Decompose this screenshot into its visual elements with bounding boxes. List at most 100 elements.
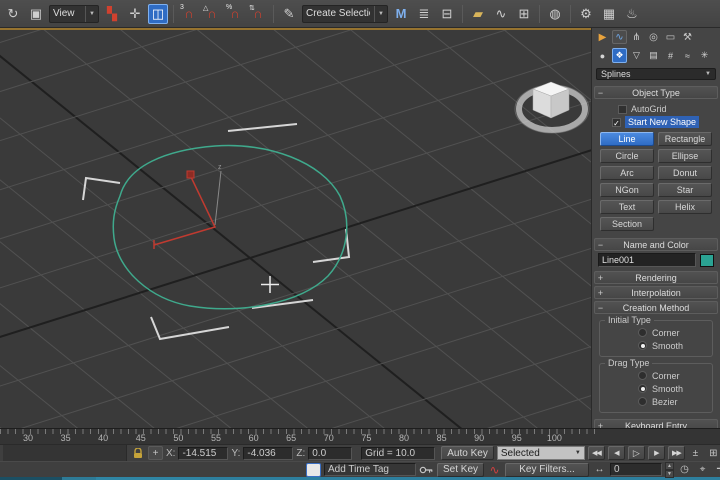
use-pivot-center-icon[interactable]: ▚ — [102, 4, 122, 24]
select-scale-icon[interactable]: ▣ — [26, 4, 46, 24]
geometry-category-icon[interactable]: ● — [595, 48, 610, 63]
lights-category-icon[interactable]: ▽ — [629, 48, 644, 63]
mirror-icon[interactable]: M — [391, 4, 411, 24]
donut-button[interactable]: Donut — [658, 166, 712, 180]
y-coordinate-field[interactable]: -4.036 — [243, 447, 293, 460]
text-button[interactable]: Text — [600, 200, 654, 214]
expand-icon: + — [595, 288, 606, 298]
zoom-region-icon[interactable]: ⌖ — [695, 463, 710, 477]
line-button[interactable]: Line — [600, 132, 654, 146]
play-button[interactable]: ▷ — [628, 446, 645, 460]
set-keys-key-icon[interactable] — [419, 463, 434, 477]
folder-icon[interactable]: ▰ — [468, 4, 488, 24]
initial-corner-radio[interactable] — [638, 328, 647, 337]
snap-3d-icon[interactable]: ∩ 3 — [179, 4, 199, 24]
curve-editor-icon[interactable]: ∿ — [491, 4, 511, 24]
toolbar-separator — [462, 5, 463, 23]
object-name-field[interactable]: Line001 — [598, 253, 696, 267]
add-time-tag-field[interactable]: Add Time Tag — [324, 463, 416, 476]
helpers-category-icon[interactable]: # — [663, 48, 678, 63]
go-to-start-button[interactable]: ◀◀ — [588, 446, 605, 460]
snaps-toggle-icon[interactable]: ◫ — [148, 4, 168, 24]
arc-button[interactable]: Arc — [600, 166, 654, 180]
ngon-button[interactable]: NGon — [600, 183, 654, 197]
edit-named-selections-icon[interactable]: ✎ — [279, 4, 299, 24]
shape-category-dropdown[interactable]: Splines ▼ — [596, 68, 716, 80]
align-icon[interactable]: ≣ — [414, 4, 434, 24]
interpolation-rollout-header[interactable]: + Interpolation — [594, 286, 718, 299]
selection-lock-icon[interactable] — [130, 446, 145, 460]
drag-bezier-radio[interactable] — [638, 397, 647, 406]
schematic-view-icon[interactable]: ⊞ — [514, 4, 534, 24]
rendered-frame-icon[interactable]: ▦ — [599, 4, 619, 24]
utilities-tab-icon[interactable]: ⚒ — [680, 30, 695, 44]
key-filter-set-dropdown[interactable]: Selected ▼ — [497, 446, 585, 460]
reference-coordinate-dropdown[interactable]: View ▼ — [49, 5, 99, 23]
circle-button[interactable]: Circle — [600, 149, 654, 163]
set-key-button[interactable]: Set Key — [437, 463, 484, 477]
display-tab-icon[interactable]: ▭ — [663, 30, 678, 44]
rectangle-button[interactable]: Rectangle — [658, 132, 712, 146]
shapes-category-icon[interactable]: ❖ — [612, 48, 627, 63]
z-coordinate-field[interactable]: 0.0 — [308, 447, 352, 460]
toolbar-separator — [539, 5, 540, 23]
select-manipulate-icon[interactable]: ✛ — [125, 4, 145, 24]
spinner-snap-icon[interactable]: ∩ ⇅ — [248, 4, 268, 24]
default-in-out-tangents-icon[interactable]: ∿ — [487, 463, 502, 477]
x-coordinate-field[interactable]: -14.515 — [178, 447, 228, 460]
drag-corner-radio[interactable] — [638, 371, 647, 380]
section-button[interactable]: Section — [600, 217, 654, 231]
motion-tab-icon[interactable]: ◎ — [646, 30, 661, 44]
ellipse-button[interactable]: Ellipse — [658, 149, 712, 163]
named-selection-set-dropdown[interactable]: Create Selection Se ▼ — [302, 5, 388, 23]
name-color-rollout-header[interactable]: − Name and Color — [594, 238, 718, 251]
next-frame-button[interactable]: ▶ — [648, 446, 665, 460]
percent-snap-icon[interactable]: ∩ % — [225, 4, 245, 24]
command-panel-tabs: ▶ ∿ ⋔ ◎ ▭ ⚒ — [592, 28, 720, 46]
auto-key-button[interactable]: Auto Key — [441, 446, 494, 460]
render-production-icon[interactable]: ♨ — [622, 4, 642, 24]
key-mode-toggle-icon[interactable]: ± — [688, 446, 703, 460]
time-tag-icon[interactable] — [306, 463, 321, 477]
frame-range-icon[interactable]: ↔ — [592, 463, 607, 477]
pan-icon[interactable]: ✛ — [713, 463, 720, 477]
object-color-swatch[interactable] — [700, 254, 714, 267]
frame-number-label: 75 — [361, 433, 371, 443]
spinner-down-icon[interactable]: ▼ — [665, 470, 674, 478]
current-frame-field[interactable]: 0 — [610, 463, 662, 476]
time-slider-ruler[interactable]: 3035404550556065707580859095100 — [0, 428, 720, 444]
cameras-category-icon[interactable]: ▤ — [646, 48, 661, 63]
drag-smooth-radio[interactable] — [638, 384, 647, 393]
creation-method-rollout-header[interactable]: − Creation Method — [594, 301, 718, 314]
spacewarps-category-icon[interactable]: ≈ — [680, 48, 695, 63]
key-filters-button[interactable]: Key Filters... — [505, 463, 589, 477]
grid-size-display: Grid = 10.0 — [361, 447, 435, 460]
systems-category-icon[interactable]: ✳ — [697, 48, 712, 63]
object-type-rollout-header[interactable]: − Object Type — [594, 86, 718, 99]
absolute-mode-icon[interactable]: + — [148, 446, 163, 460]
modify-tab-icon[interactable]: ∿ — [612, 30, 627, 44]
maxscript-mini-listener[interactable] — [3, 445, 127, 461]
spinner-up-icon[interactable]: ▲ — [665, 462, 674, 470]
layer-manager-icon[interactable]: ⊟ — [437, 4, 457, 24]
autogrid-checkbox[interactable] — [618, 105, 627, 114]
render-setup-icon[interactable]: ⚙ — [576, 4, 596, 24]
previous-frame-button[interactable]: ◀ — [608, 446, 625, 460]
initial-smooth-radio[interactable] — [638, 341, 647, 350]
perspective-viewport[interactable]: z — [0, 28, 591, 428]
frame-number-label: 40 — [98, 433, 108, 443]
time-configuration-icon[interactable]: ◷ — [677, 463, 692, 477]
hierarchy-tab-icon[interactable]: ⋔ — [629, 30, 644, 44]
start-new-shape-checkbox[interactable]: ✓ — [612, 118, 621, 127]
material-editor-icon[interactable]: ◍ — [545, 4, 565, 24]
angle-snap-icon[interactable]: ∩ △ — [202, 4, 222, 24]
create-tab-icon[interactable]: ▶ — [595, 30, 610, 44]
frame-spinner[interactable]: ▲ ▼ — [665, 463, 674, 477]
go-to-end-button[interactable]: ▶▶ — [668, 446, 685, 460]
named-selection-set-value: Create Selection Se — [306, 8, 370, 19]
zoom-all-icon[interactable]: ⊞ — [706, 446, 720, 460]
star-button[interactable]: Star — [658, 183, 712, 197]
rendering-rollout-header[interactable]: + Rendering — [594, 271, 718, 284]
select-rotate-icon[interactable]: ↻ — [3, 4, 23, 24]
helix-button[interactable]: Helix — [658, 200, 712, 214]
